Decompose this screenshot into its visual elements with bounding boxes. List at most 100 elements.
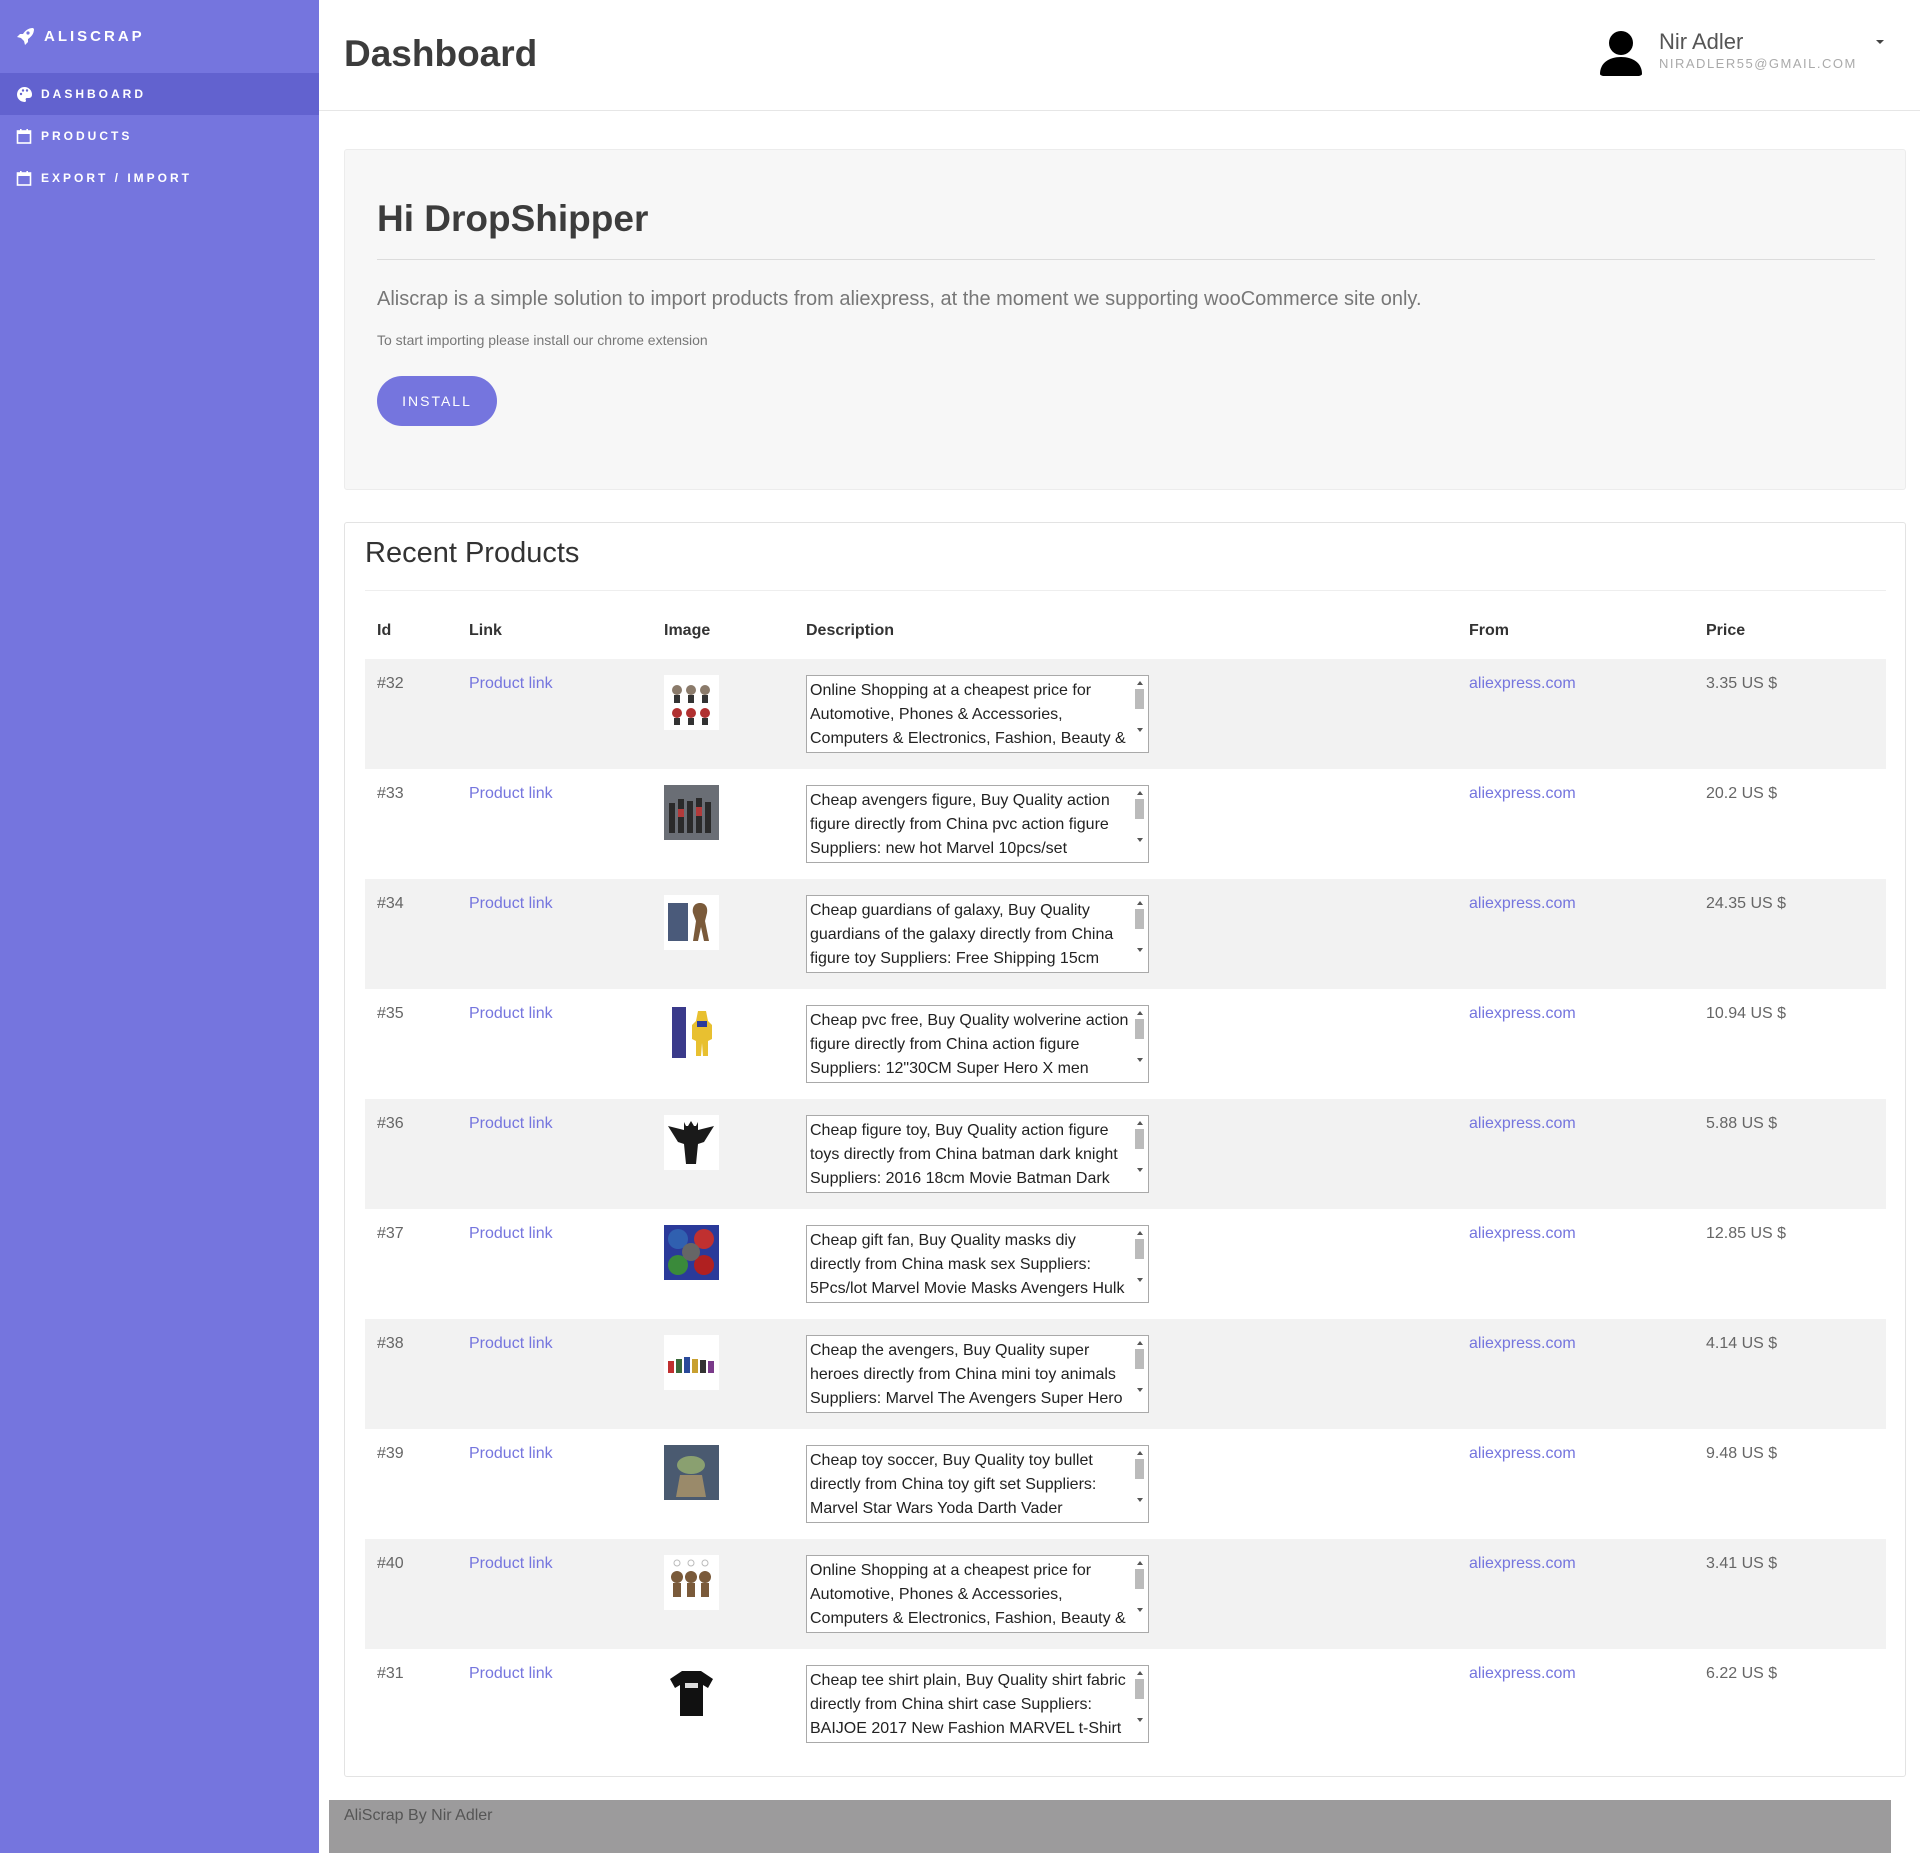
scroll-down-icon[interactable] [1136, 728, 1143, 732]
product-description-textarea[interactable]: Cheap the avengers, Buy Quality super he… [806, 1335, 1149, 1413]
column-header-link[interactable]: Link [457, 602, 652, 659]
product-link[interactable]: Product link [469, 1005, 553, 1022]
scrollbar[interactable] [1132, 787, 1147, 861]
product-description-textarea[interactable]: Cheap gift fan, Buy Quality masks diy di… [806, 1225, 1149, 1303]
scrollbar[interactable] [1132, 1557, 1147, 1631]
scrollbar[interactable] [1132, 1007, 1147, 1081]
product-description-textarea[interactable]: Cheap avengers figure, Buy Quality actio… [806, 785, 1149, 863]
scroll-thumb[interactable] [1135, 689, 1144, 709]
yoda-figure-thumbnail [664, 1445, 719, 1500]
product-source-link[interactable]: aliexpress.com [1469, 1115, 1576, 1132]
scroll-thumb[interactable] [1135, 1019, 1144, 1039]
scroll-up-icon[interactable] [1136, 681, 1143, 685]
scroll-thumb[interactable] [1135, 1569, 1144, 1589]
product-description-textarea[interactable]: Cheap toy soccer, Buy Quality toy bullet… [806, 1445, 1149, 1523]
scroll-thumb[interactable] [1135, 799, 1144, 819]
scroll-thumb[interactable] [1135, 1679, 1144, 1699]
scroll-up-icon[interactable] [1136, 1671, 1143, 1675]
column-header-description[interactable]: Description [794, 602, 1457, 659]
product-link[interactable]: Product link [469, 1445, 553, 1462]
column-header-id[interactable]: Id [365, 602, 457, 659]
product-description: Online Shopping at a cheapest price for … [810, 1562, 1126, 1627]
table-header-row: Id Link Image Description From Price [365, 602, 1886, 659]
sidebar-item-export-import[interactable]: EXPORT / IMPORT [0, 157, 319, 199]
groot-keychains-thumbnail [664, 1555, 719, 1610]
user-menu[interactable]: Nir Adler NIRADLER55@GMAIL.COM [1597, 28, 1857, 76]
scrollbar[interactable] [1132, 1337, 1147, 1411]
product-description-textarea[interactable]: Cheap figure toy, Buy Quality action fig… [806, 1115, 1149, 1193]
product-link[interactable]: Product link [469, 675, 553, 692]
scroll-down-icon[interactable] [1136, 1608, 1143, 1612]
product-description: Cheap tee shirt plain, Buy Quality shirt… [810, 1672, 1126, 1737]
scroll-down-icon[interactable] [1136, 1058, 1143, 1062]
scroll-down-icon[interactable] [1136, 1388, 1143, 1392]
product-source-link[interactable]: aliexpress.com [1469, 1665, 1576, 1682]
product-source-link[interactable]: aliexpress.com [1469, 1225, 1576, 1242]
product-price: 12.85 US $ [1706, 1225, 1787, 1242]
caret-down-icon[interactable] [1876, 40, 1884, 44]
product-description-textarea[interactable]: Online Shopping at a cheapest price for … [806, 675, 1149, 753]
scroll-up-icon[interactable] [1136, 1231, 1143, 1235]
product-source-link[interactable]: aliexpress.com [1469, 1445, 1576, 1462]
scrollbar[interactable] [1132, 1667, 1147, 1741]
divider [365, 590, 1886, 591]
sidebar-item-products[interactable]: PRODUCTS [0, 115, 319, 157]
scroll-thumb[interactable] [1135, 909, 1144, 929]
product-id: #39 [377, 1445, 404, 1462]
product-link[interactable]: Product link [469, 1335, 553, 1352]
product-id: #34 [365, 879, 457, 989]
scroll-up-icon[interactable] [1136, 901, 1143, 905]
product-link[interactable]: Product link [469, 1115, 553, 1132]
product-description-textarea[interactable]: Cheap pvc free, Buy Quality wolverine ac… [806, 1005, 1149, 1083]
product-link[interactable]: Product link [469, 785, 553, 802]
product-description: Cheap the avengers, Buy Quality super he… [810, 1342, 1123, 1407]
scroll-up-icon[interactable] [1136, 1451, 1143, 1455]
column-header-image[interactable]: Image [652, 602, 794, 659]
product-source-link[interactable]: aliexpress.com [1469, 895, 1576, 912]
scroll-thumb[interactable] [1135, 1349, 1144, 1369]
scroll-thumb[interactable] [1135, 1129, 1144, 1149]
scroll-thumb[interactable] [1135, 1459, 1144, 1479]
rocket-icon [16, 27, 36, 47]
scroll-down-icon[interactable] [1136, 838, 1143, 842]
product-link[interactable]: Product link [469, 1555, 553, 1572]
scroll-down-icon[interactable] [1136, 1168, 1143, 1172]
column-header-from[interactable]: From [1457, 602, 1694, 659]
scroll-down-icon[interactable] [1136, 1278, 1143, 1282]
product-link[interactable]: Product link [469, 1665, 553, 1682]
scroll-up-icon[interactable] [1136, 791, 1143, 795]
sidebar-item-dashboard[interactable]: DASHBOARD [0, 73, 319, 115]
product-description-textarea[interactable]: Online Shopping at a cheapest price for … [806, 1555, 1149, 1633]
scroll-thumb[interactable] [1135, 1239, 1144, 1259]
product-price: 24.35 US $ [1694, 879, 1886, 989]
product-description: Cheap avengers figure, Buy Quality actio… [810, 792, 1110, 857]
product-source-link[interactable]: aliexpress.com [1469, 1555, 1576, 1572]
product-source-link[interactable]: aliexpress.com [1469, 1335, 1576, 1352]
scroll-up-icon[interactable] [1136, 1341, 1143, 1345]
brand-logo[interactable]: ALISCRAP [0, 0, 319, 73]
scroll-up-icon[interactable] [1136, 1011, 1143, 1015]
scroll-down-icon[interactable] [1136, 1498, 1143, 1502]
scroll-down-icon[interactable] [1136, 948, 1143, 952]
scrollbar[interactable] [1132, 897, 1147, 971]
scrollbar[interactable] [1132, 1117, 1147, 1191]
scroll-up-icon[interactable] [1136, 1561, 1143, 1565]
scrollbar[interactable] [1132, 1447, 1147, 1521]
product-link[interactable]: Product link [469, 895, 553, 912]
product-link[interactable]: Product link [469, 1225, 553, 1242]
product-source-link[interactable]: aliexpress.com [1469, 1005, 1576, 1022]
product-source-link[interactable]: aliexpress.com [1469, 675, 1576, 692]
scrollbar[interactable] [1132, 677, 1147, 751]
scrollbar[interactable] [1132, 1227, 1147, 1301]
product-price: 6.22 US $ [1706, 1665, 1778, 1682]
column-header-price[interactable]: Price [1694, 602, 1886, 659]
product-description-textarea[interactable]: Cheap guardians of galaxy, Buy Quality g… [806, 895, 1149, 973]
product-source-link[interactable]: aliexpress.com [1469, 785, 1576, 802]
install-button[interactable]: INSTALL [377, 376, 497, 426]
scroll-down-icon[interactable] [1136, 1718, 1143, 1722]
product-description-textarea[interactable]: Cheap tee shirt plain, Buy Quality shirt… [806, 1665, 1149, 1743]
brand-name: ALISCRAP [44, 28, 145, 45]
product-price: 5.88 US $ [1694, 1099, 1886, 1209]
sidebar-item-label: PRODUCTS [41, 129, 133, 143]
scroll-up-icon[interactable] [1136, 1121, 1143, 1125]
